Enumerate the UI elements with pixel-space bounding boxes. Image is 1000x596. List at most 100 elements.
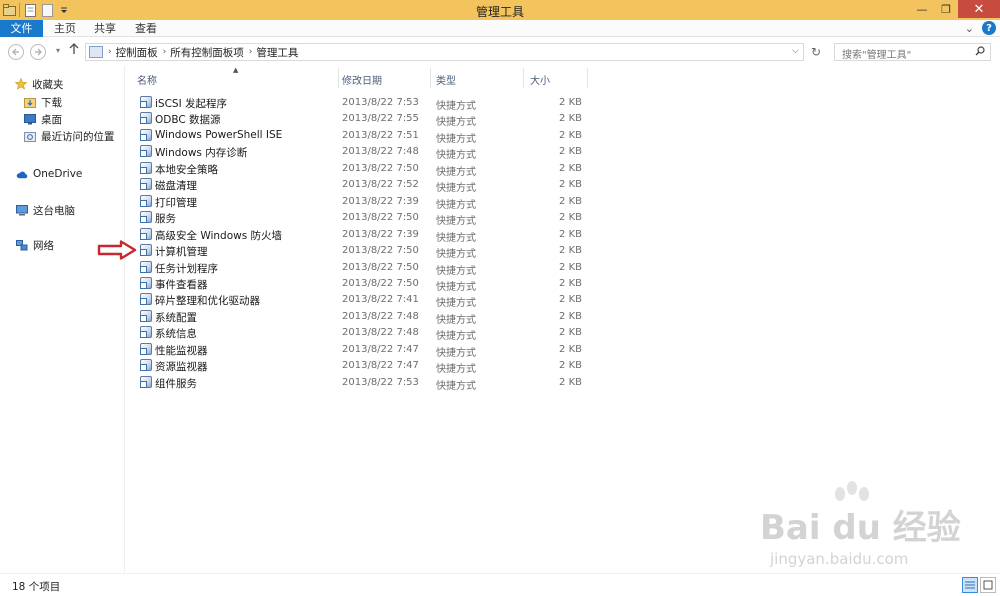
file-date: 2013/8/22 7:50 — [342, 162, 419, 174]
file-date: 2013/8/22 7:53 — [342, 376, 419, 388]
shortcut-icon — [140, 309, 152, 322]
file-row[interactable]: 系统配置 2013/8/22 7:48 快捷方式 2 KB — [137, 308, 607, 326]
forward-button[interactable] — [30, 44, 46, 60]
column-header-type[interactable]: 类型 — [436, 72, 456, 87]
file-size: 2 KB — [559, 212, 582, 224]
recent-locations-chevron-icon[interactable]: ▾ — [56, 46, 60, 55]
column-divider[interactable] — [523, 68, 524, 88]
file-name: ODBC 数据源 — [155, 114, 221, 127]
file-row[interactable]: 资源监视器 2013/8/22 7:47 快捷方式 2 KB — [137, 357, 607, 375]
nav-favorites[interactable]: 收藏夹 — [15, 76, 64, 92]
file-row[interactable]: 打印管理 2013/8/22 7:39 快捷方式 2 KB — [137, 193, 607, 211]
column-header-date[interactable]: 修改日期 — [342, 72, 382, 87]
breadcrumb-all-items[interactable]: 所有控制面板项 — [170, 45, 244, 60]
file-name: 组件服务 — [155, 377, 197, 390]
file-date: 2013/8/22 7:53 — [342, 97, 419, 108]
file-date: 2013/8/22 7:50 — [342, 261, 419, 273]
column-divider[interactable] — [430, 68, 431, 88]
shortcut-icon — [140, 227, 152, 240]
watermark-site: jingyan.baidu.com — [770, 550, 909, 568]
file-row[interactable]: 碎片整理和优化驱动器 2013/8/22 7:41 快捷方式 2 KB — [137, 291, 607, 309]
column-divider[interactable] — [587, 68, 588, 88]
forward-arrow-icon — [35, 48, 42, 56]
downloads-folder-icon — [24, 97, 36, 108]
ribbon-controls: ⌄ ? — [965, 21, 996, 35]
nav-onedrive[interactable]: OneDrive — [16, 166, 82, 182]
file-row[interactable]: 组件服务 2013/8/22 7:53 快捷方式 2 KB — [137, 374, 607, 392]
breadcrumb-admin-tools[interactable]: 管理工具 — [256, 45, 298, 60]
computer-icon — [16, 204, 28, 216]
search-input[interactable]: 搜索"管理工具" — [842, 46, 911, 61]
breadcrumb-separator-icon[interactable]: › — [163, 47, 167, 57]
refresh-icon: ↻ — [810, 45, 822, 59]
file-name: 资源监视器 — [155, 361, 208, 374]
navigation-bar: ▾ › 控制面板 › 所有控制面板项 › 管理工具 ⌵ ↻ 搜索"管理工具" — [0, 38, 1000, 66]
file-row[interactable]: 事件查看器 2013/8/22 7:50 快捷方式 2 KB — [137, 275, 607, 293]
file-row[interactable]: Windows PowerShell ISE 2013/8/22 7:51 快捷方式… — [137, 127, 607, 145]
nav-this-pc[interactable]: 这台电脑 — [16, 202, 75, 218]
expand-ribbon-button[interactable]: ⌄ — [965, 22, 974, 35]
close-button[interactable]: ✕ — [958, 0, 1000, 18]
minimize-button[interactable]: — — [910, 0, 934, 18]
shortcut-icon — [140, 128, 152, 141]
breadcrumb-separator-icon[interactable]: › — [249, 47, 253, 57]
file-name: 服务 — [155, 213, 176, 226]
nav-downloads-label: 下载 — [41, 96, 62, 109]
breadcrumb-separator-icon[interactable]: › — [108, 47, 112, 57]
file-row[interactable]: 高级安全 Windows 防火墙 2013/8/22 7:39 快捷方式 2 KB — [137, 226, 607, 244]
file-row[interactable]: 服务 2013/8/22 7:50 快捷方式 2 KB — [137, 209, 607, 227]
navigation-pane: 收藏夹 下载 桌面 最近访问的位置 OneDrive 这台电脑 网络 — [0, 66, 125, 572]
file-row[interactable]: 性能监视器 2013/8/22 7:47 快捷方式 2 KB — [137, 341, 607, 359]
details-view-button[interactable] — [962, 577, 978, 593]
tab-file[interactable]: 文件 — [0, 20, 43, 37]
file-row[interactable]: iSCSI 发起程序 2013/8/22 7:53 快捷方式 2 KB — [137, 94, 607, 112]
shortcut-icon — [140, 161, 152, 174]
file-size: 2 KB — [559, 376, 582, 388]
file-row[interactable]: 计算机管理 2013/8/22 7:50 快捷方式 2 KB — [137, 242, 607, 260]
tab-share[interactable]: 共享 — [88, 20, 122, 37]
refresh-button[interactable]: ↻ — [808, 44, 824, 60]
shortcut-icon — [140, 359, 152, 372]
column-header-size[interactable]: 大小 — [530, 72, 550, 87]
tab-view[interactable]: 查看 — [129, 20, 163, 37]
file-date: 2013/8/22 7:55 — [342, 113, 419, 125]
restore-button[interactable]: ❐ — [934, 0, 958, 18]
up-button[interactable] — [69, 43, 79, 59]
nav-recent-places[interactable]: 最近访问的位置 — [24, 128, 115, 144]
file-date: 2013/8/22 7:51 — [342, 129, 419, 141]
file-row[interactable]: 磁盘清理 2013/8/22 7:52 快捷方式 2 KB — [137, 176, 607, 194]
item-count: 18 个项目 — [12, 581, 61, 593]
nav-favorites-label: 收藏夹 — [32, 78, 64, 91]
tab-home[interactable]: 主页 — [48, 20, 82, 37]
file-row[interactable]: 系统信息 2013/8/22 7:48 快捷方式 2 KB — [137, 324, 607, 342]
file-row[interactable]: Windows 内存诊断 2013/8/22 7:48 快捷方式 2 KB — [137, 143, 607, 161]
file-date: 2013/8/22 7:50 — [342, 277, 419, 289]
nav-network[interactable]: 网络 — [16, 237, 54, 253]
file-row[interactable]: 任务计划程序 2013/8/22 7:50 快捷方式 2 KB — [137, 259, 607, 277]
file-size: 2 KB — [559, 261, 582, 273]
search-box[interactable]: 搜索"管理工具" — [834, 43, 991, 61]
file-size: 2 KB — [559, 277, 582, 289]
details-view-icon — [965, 581, 975, 589]
help-icon[interactable]: ? — [982, 21, 996, 35]
shortcut-icon — [140, 194, 152, 207]
large-icons-view-button[interactable] — [980, 577, 996, 593]
file-row[interactable]: ODBC 数据源 2013/8/22 7:55 快捷方式 2 KB — [137, 110, 607, 128]
sort-ascending-icon: ▲ — [233, 66, 239, 74]
column-header-name[interactable]: 名称 — [137, 72, 157, 87]
file-date: 2013/8/22 7:39 — [342, 195, 419, 207]
nav-downloads[interactable]: 下载 — [24, 94, 62, 110]
column-divider[interactable] — [338, 68, 339, 88]
network-icon — [16, 239, 28, 251]
search-icon[interactable] — [975, 46, 985, 59]
baidu-watermark: Bai du 经验 jingyan.baidu.com — [760, 480, 975, 575]
address-bar[interactable]: › 控制面板 › 所有控制面板项 › 管理工具 ⌵ — [85, 43, 804, 61]
back-button[interactable] — [8, 44, 24, 60]
nav-desktop[interactable]: 桌面 — [24, 111, 62, 127]
breadcrumb-control-panel[interactable]: 控制面板 — [116, 45, 158, 60]
address-history-chevron-icon[interactable]: ⌵ — [792, 46, 799, 56]
file-date: 2013/8/22 7:48 — [342, 327, 419, 339]
shortcut-icon — [140, 145, 152, 158]
file-row[interactable]: 本地安全策略 2013/8/22 7:50 快捷方式 2 KB — [137, 160, 607, 178]
file-name: 系统信息 — [155, 328, 197, 341]
